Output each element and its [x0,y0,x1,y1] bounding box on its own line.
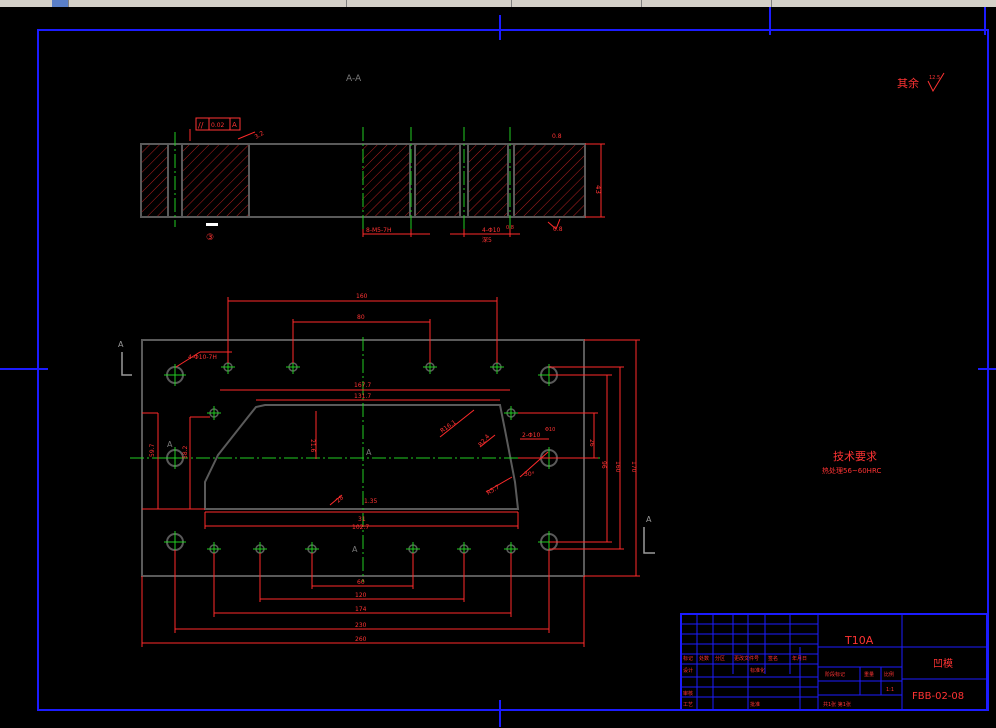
tb-fenqu: 分区 [715,655,725,662]
toolbar-segment[interactable] [0,0,53,7]
tech-req-text: 热处理56~60HRC [822,466,881,475]
dim-260: 260 [355,636,367,643]
roughness-near-hole: 0.8 [506,225,514,231]
section-cut-a-right: A [646,515,652,524]
dim-102-7: 102.7 [352,524,369,531]
dim-r2-4: R2.4 [477,433,491,448]
tb-process: 工艺 [683,702,693,708]
cad-drawing-canvas[interactable]: A-A 其余 12.5 // 0.02 A 3.2 0.8 0.8 43 8-M… [0,7,996,728]
dim-230: 230 [355,622,367,629]
flatness-symbol: // [198,121,204,130]
dim-120: 120 [355,592,367,599]
tb-material: T10A [844,634,874,647]
section-label: A-A [346,74,362,84]
roughness-0-8-label-2: 0.8 [553,226,563,233]
dim-43-label: 43 [594,185,602,194]
tb-approve: 批准 [750,701,760,708]
plan-dimension-texts: 160 80 167.7 131.7 21.6 59.7 58.2 R16.1 … [149,293,637,643]
dim-160-vert: 160 [614,461,621,473]
section-view: // 0.02 A 3.2 0.8 0.8 43 8-M5-7H 4-Φ10 深… [140,117,605,244]
surface-rest-label: 其余 [897,76,919,90]
dim-80: 80 [357,314,365,321]
tb-nianyue: 年月日 [792,655,807,662]
tb-part-name: 凹模 [933,658,953,670]
part-callout-circle: ③ [206,233,214,243]
bottom-a-label: A [352,545,358,554]
toolbar-segment[interactable] [346,0,512,7]
section-cut-a-left: A [118,340,124,349]
dim-r16-1: R16.1 [439,419,458,435]
roughness-3-2-label: 3.2 [254,130,266,141]
tb-sheets: 共1张 第1张 [823,701,851,708]
hole-4-phi10-label: 4-Φ10 [482,227,501,234]
tb-drawing-no: FBB-02-08 [912,691,964,702]
dim-28: 28 [335,494,345,504]
window-toolbar-strip [0,0,996,7]
flatness-value: 0.02 [211,122,225,129]
center-a-label: A [366,448,372,457]
flatness-datum: A [232,121,237,129]
toolbar-segment[interactable] [641,0,772,7]
tb-review: 审核 [683,690,693,697]
tb-standard: 标准化 [750,667,765,674]
dim-26: 26 [588,439,595,447]
plan-dimension-lines [141,297,640,647]
die-cavity-outline [204,404,520,510]
dim-131-7: 131.7 [354,393,371,400]
roughness-0-8-label: 0.8 [552,133,562,140]
dim-60: 60 [357,579,365,586]
dim-96: 96 [600,461,607,469]
section-cut-markers [121,352,655,554]
dim-r5-7: R5.7 [486,484,502,497]
tb-biaoji: 标记 [683,655,693,662]
toolbar-segment[interactable] [511,0,642,7]
dim-21-6: 21.6 [309,439,316,453]
dim-174: 174 [355,606,367,613]
dim-30deg: 30° [524,471,535,478]
dim-58-2: 58.2 [182,445,189,459]
tb-chushu: 处数 [699,655,709,662]
dim-160-top: 160 [356,293,368,300]
tb-weight: 重量 [864,671,874,678]
datum-a-marker: ③ [206,223,218,243]
dim-1-35: 1.35 [364,498,378,505]
tb-stage: 阶段标记 [825,671,845,678]
tb-design: 设计 [683,667,693,674]
thread-8-m5-label: 8-M5-7H [366,227,391,234]
holes-note: 4-Φ10-7H [188,354,217,361]
dim-31: 31 [358,516,366,523]
dim-phi10: Φ10 [545,427,555,433]
tb-qianming: 签名 [768,655,778,662]
dim-167-7: 167.7 [354,382,371,389]
roughness-rest-value: 12.5 [929,75,940,81]
tb-scale-value: 1:1 [886,687,894,693]
toolbar-icon[interactable] [52,0,69,7]
flatness-tolerance-frame: // 0.02 A [195,117,241,131]
plan-centerlines [130,337,600,582]
tb-gengai: 更改文件号 [734,655,759,662]
depth-note-label: 深5 [482,236,492,244]
toolbar-segment[interactable] [186,0,347,7]
dim-59-7: 59.7 [149,443,156,457]
dim-170: 170 [630,461,637,473]
tb-scale: 比例 [884,671,894,678]
left-a-label: A [167,440,173,449]
dim-2-phi10: 2-Φ10 [522,432,541,439]
tech-req-title: 技术要求 [833,450,877,463]
plan-view: A A A A A 160 80 167.7 131.7 21.6 59.7 5… [118,293,655,647]
